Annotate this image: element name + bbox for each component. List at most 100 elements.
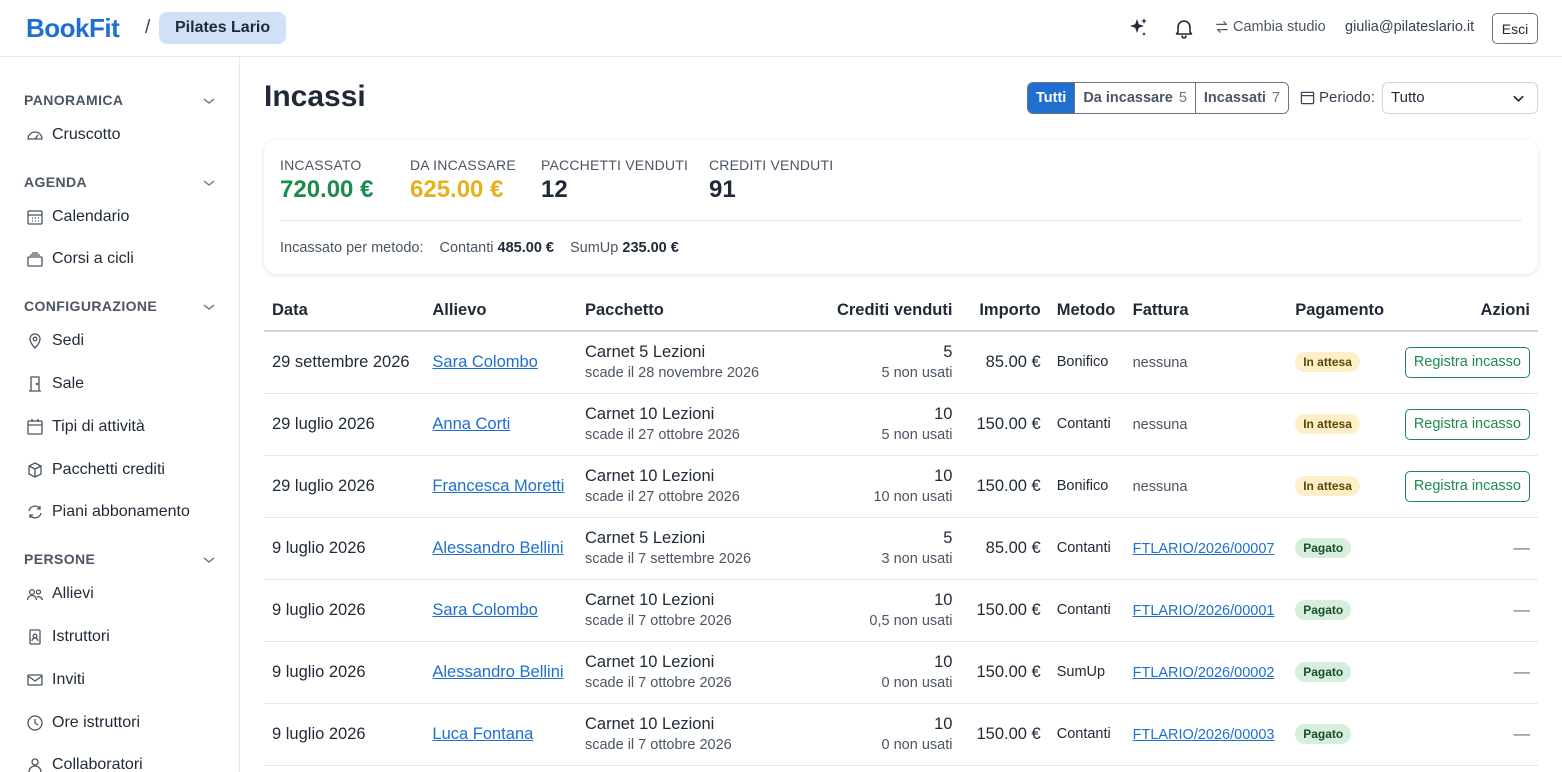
- bell-icon[interactable]: [1172, 16, 1196, 40]
- sidebar-section-title: CONFIGURAZIONE: [24, 298, 158, 314]
- refresh-icon: [26, 503, 44, 521]
- sidebar-item-label: Inviti: [52, 671, 85, 688]
- top-bar: BookFit / Pilates Lario Cambia studio gi…: [0, 0, 1562, 57]
- switch-arrows-icon: [1216, 21, 1228, 33]
- studio-name-badge[interactable]: Pilates Lario: [159, 12, 287, 44]
- cell-credits: 10 0 non usati: [785, 703, 961, 766]
- sparkle-icon[interactable]: [1126, 16, 1150, 40]
- register-payment-button[interactable]: Registra incasso: [1404, 346, 1530, 378]
- student-link[interactable]: Alessandro Bellini: [432, 539, 563, 557]
- credits-sold: 10: [934, 467, 953, 485]
- logout-button[interactable]: Esci: [1492, 13, 1538, 44]
- invoice-link[interactable]: FTLARIO/2026/00003: [1133, 727, 1275, 743]
- table-row: 9 luglio 2026 Alessandro Bellini Carnet …: [264, 641, 1538, 704]
- sidebar-item-label: Istruttori: [52, 628, 110, 645]
- credits-sold: 10: [934, 715, 953, 733]
- package-name: Carnet 10 Lezioni: [584, 715, 715, 733]
- payment-status-badge: Pagato: [1295, 538, 1352, 558]
- package-name: Carnet 5 Lezioni: [584, 343, 706, 362]
- student-link[interactable]: Alessandro Bellini: [432, 663, 563, 681]
- column-header-credits[interactable]: Crediti venduti: [785, 290, 961, 332]
- invoice-link[interactable]: FTLARIO/2026/00007: [1133, 541, 1275, 557]
- column-header-actions: Azioni: [1396, 290, 1538, 332]
- invoice-none: nessuna: [1132, 354, 1188, 371]
- sidebar-item-corsi-a-cicli[interactable]: Corsi a cicli: [26, 247, 134, 271]
- stat-credits-sold: CREDITI VENDUTI 91: [709, 157, 833, 204]
- sidebar-section-configurazione[interactable]: CONFIGURAZIONE: [24, 298, 216, 318]
- user-email: giulia@pilateslario.it: [1345, 19, 1475, 35]
- sidebar-section-title: PANORAMICA: [24, 92, 124, 108]
- package-name: Carnet 10 Lezioni: [584, 467, 715, 485]
- user-icon: [26, 756, 44, 772]
- sidebar-item-sedi[interactable]: Sedi: [26, 329, 84, 353]
- sidebar-item-tipi-di-attivita[interactable]: Tipi di attività: [26, 415, 145, 439]
- filter-tab-da-incassare[interactable]: Da incassare 5: [1075, 83, 1196, 113]
- sidebar-item-pacchetti-crediti[interactable]: Pacchetti crediti: [26, 458, 165, 482]
- sidebar-item-istruttori[interactable]: Istruttori: [26, 625, 110, 649]
- calendar-icon: [26, 208, 44, 226]
- column-header-student[interactable]: Allievo: [424, 290, 577, 332]
- cell-credits: 10 0 non usati: [785, 641, 961, 704]
- sidebar-item-piani-abbonamento[interactable]: Piani abbonamento: [26, 500, 190, 524]
- column-header-date[interactable]: Data: [264, 290, 425, 332]
- period-filter-label: Periodo:: [1300, 89, 1375, 106]
- sidebar-section-persone[interactable]: PERSONE: [24, 551, 216, 571]
- cell-amount: 150.00 €: [960, 641, 1049, 704]
- payment-methods-breakdown: Incassato per metodo: Contanti 485.00 € …: [280, 240, 679, 256]
- column-header-amount[interactable]: Importo: [960, 290, 1049, 332]
- switch-studio-link[interactable]: Cambia studio: [1215, 19, 1326, 35]
- sidebar-item-sale[interactable]: Sale: [26, 372, 84, 396]
- student-link[interactable]: Anna Corti: [432, 415, 510, 433]
- register-payment-button[interactable]: Registra incasso: [1404, 470, 1530, 502]
- student-link[interactable]: Francesca Moretti: [432, 477, 564, 495]
- package-name: Carnet 10 Lezioni: [584, 653, 715, 671]
- table-row: 9 luglio 2026 Alessandro Bellini Carnet …: [264, 517, 1538, 580]
- filter-tab-label: Incassati: [1203, 90, 1266, 106]
- package-expiry: scade il 7 ottobre 2026: [584, 613, 732, 629]
- sidebar-item-inviti[interactable]: Inviti: [26, 668, 85, 692]
- register-payment-button[interactable]: Registra incasso: [1404, 408, 1530, 440]
- sidebar-item-allievi[interactable]: Allievi: [26, 582, 94, 606]
- id-badge-icon: [26, 628, 44, 646]
- sidebar-section-panoramica[interactable]: PANORAMICA: [24, 92, 216, 112]
- column-header-payment[interactable]: Pagamento: [1287, 290, 1397, 332]
- filter-tab-label: Da incassare: [1083, 90, 1173, 106]
- cell-package: Carnet 10 Lezioni scade il 7 ottobre 202…: [576, 641, 786, 704]
- package-expiry: scade il 27 ottobre 2026: [584, 489, 740, 505]
- app-logo[interactable]: BookFit: [26, 13, 120, 44]
- revenue-summary-card: INCASSATO 720.00 € DA INCASSARE 625.00 €…: [264, 140, 1538, 274]
- invoice-link[interactable]: FTLARIO/2026/00001: [1133, 603, 1275, 619]
- student-link[interactable]: Sara Colombo: [432, 601, 537, 619]
- invoice-link[interactable]: FTLARIO/2026/00002: [1133, 665, 1275, 681]
- cell-date: 29 luglio 2026: [264, 393, 425, 456]
- payment-status-badge: In attesa: [1295, 352, 1360, 373]
- stat-to-collect: DA INCASSARE 625.00 €: [410, 157, 516, 204]
- cell-method: Contanti: [1048, 579, 1125, 642]
- column-header-method[interactable]: Metodo: [1048, 290, 1125, 332]
- stat-label: CREDITI VENDUTI: [709, 157, 834, 173]
- period-select[interactable]: Tutto: [1382, 82, 1538, 114]
- sidebar-item-cruscotto[interactable]: Cruscotto: [26, 123, 120, 147]
- package-expiry: scade il 28 novembre 2026: [584, 365, 760, 382]
- stat-value: 91: [709, 176, 736, 203]
- chevron-down-icon: [203, 557, 215, 563]
- switch-studio-label: Cambia studio: [1233, 19, 1326, 35]
- sidebar-section-agenda[interactable]: AGENDA: [24, 174, 216, 194]
- filter-tab-incassati[interactable]: Incassati 7: [1195, 83, 1289, 113]
- cell-package: Carnet 10 Lezioni scade il 27 ottobre 20…: [576, 393, 786, 456]
- sidebar-item-calendario[interactable]: Calendario: [26, 205, 129, 229]
- student-link[interactable]: Luca Fontana: [432, 725, 533, 743]
- sidebar-item-ore-istruttori[interactable]: Ore istruttori: [26, 711, 140, 735]
- payment-status-badge: Pagato: [1295, 662, 1352, 682]
- student-link[interactable]: Sara Colombo: [432, 353, 537, 371]
- cell-package: Carnet 10 Lezioni scade il 7 ottobre 202…: [576, 703, 786, 766]
- sidebar-item-collaboratori[interactable]: Collaboratori: [26, 753, 143, 772]
- gauge-icon: [26, 126, 44, 144]
- column-header-invoice[interactable]: Fattura: [1124, 290, 1288, 332]
- no-action-dash: —: [1513, 538, 1531, 557]
- column-header-package[interactable]: Pacchetto: [576, 290, 786, 332]
- cell-package: Carnet 10 Lezioni scade il 27 ottobre 20…: [576, 455, 786, 518]
- sidebar-item-label: Allievi: [52, 585, 94, 602]
- filter-tab-tutti[interactable]: Tutti: [1028, 83, 1076, 113]
- sidebar-item-label: Pacchetti crediti: [52, 461, 165, 478]
